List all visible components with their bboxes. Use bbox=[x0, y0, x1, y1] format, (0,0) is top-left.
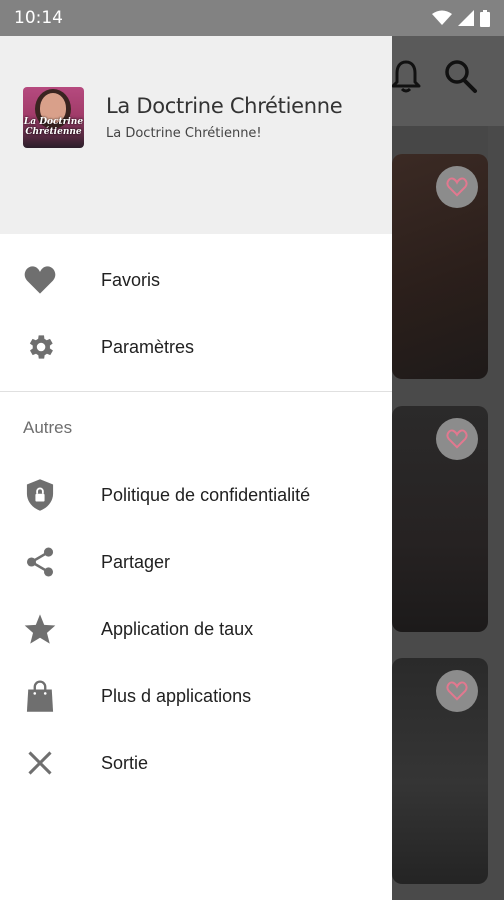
heart-outline-icon bbox=[446, 681, 468, 701]
menu-item-label: Paramètres bbox=[101, 336, 195, 357]
menu-item-sortie[interactable]: Sortie bbox=[0, 733, 392, 793]
shopping-bag-icon bbox=[22, 678, 58, 714]
menu-item-partager[interactable]: Partager bbox=[0, 532, 392, 592]
background-card[interactable] bbox=[392, 406, 488, 632]
close-icon bbox=[22, 745, 58, 781]
star-icon bbox=[22, 611, 58, 647]
menu-item-label: Application de taux bbox=[101, 618, 254, 639]
app-logo: La Doctrine Chrétienne bbox=[23, 87, 84, 148]
shield-lock-icon bbox=[22, 477, 58, 513]
status-icons bbox=[432, 9, 490, 27]
notifications-icon[interactable] bbox=[390, 58, 422, 94]
favorite-button[interactable] bbox=[436, 166, 478, 208]
signal-icon bbox=[458, 10, 474, 26]
heart-icon bbox=[22, 262, 58, 298]
drawer-divider bbox=[0, 391, 392, 392]
menu-item-more-apps[interactable]: Plus d applications bbox=[0, 666, 392, 726]
navigation-drawer: La Doctrine Chrétienne La Doctrine Chréti… bbox=[0, 36, 392, 900]
status-time: 10:14 bbox=[14, 8, 63, 28]
menu-item-label: Favoris bbox=[101, 269, 161, 290]
app-title: La Doctrine Chrétienne bbox=[106, 94, 343, 118]
menu-item-privacy-policy[interactable]: Politique de confidentialité bbox=[0, 465, 392, 525]
menu-item-label: Sortie bbox=[101, 752, 149, 773]
drawer-header: La Doctrine Chrétienne La Doctrine Chréti… bbox=[0, 36, 392, 234]
status-bar: 10:14 bbox=[0, 0, 504, 36]
battery-icon bbox=[480, 9, 490, 27]
menu-item-label: Politique de confidentialité bbox=[101, 484, 311, 505]
search-icon[interactable] bbox=[444, 58, 478, 94]
menu-item-label: Partager bbox=[101, 551, 171, 572]
wifi-icon bbox=[432, 10, 452, 25]
favorite-button[interactable] bbox=[436, 670, 478, 712]
section-title-autres: Autres bbox=[23, 418, 73, 437]
background-card[interactable] bbox=[392, 154, 488, 379]
background-card[interactable] bbox=[392, 658, 488, 884]
gear-icon bbox=[22, 329, 58, 365]
app-logo-text: La Doctrine Chrétienne bbox=[23, 117, 84, 137]
heart-outline-icon bbox=[446, 177, 468, 197]
menu-item-parametres[interactable]: Paramètres bbox=[0, 317, 392, 377]
menu-item-rate-app[interactable]: Application de taux bbox=[0, 599, 392, 659]
menu-item-favoris[interactable]: Favoris bbox=[0, 250, 392, 310]
app-subtitle: La Doctrine Chrétienne! bbox=[106, 126, 262, 141]
share-icon bbox=[22, 544, 58, 580]
favorite-button[interactable] bbox=[436, 418, 478, 460]
heart-outline-icon bbox=[446, 429, 468, 449]
menu-item-label: Plus d applications bbox=[101, 685, 252, 706]
